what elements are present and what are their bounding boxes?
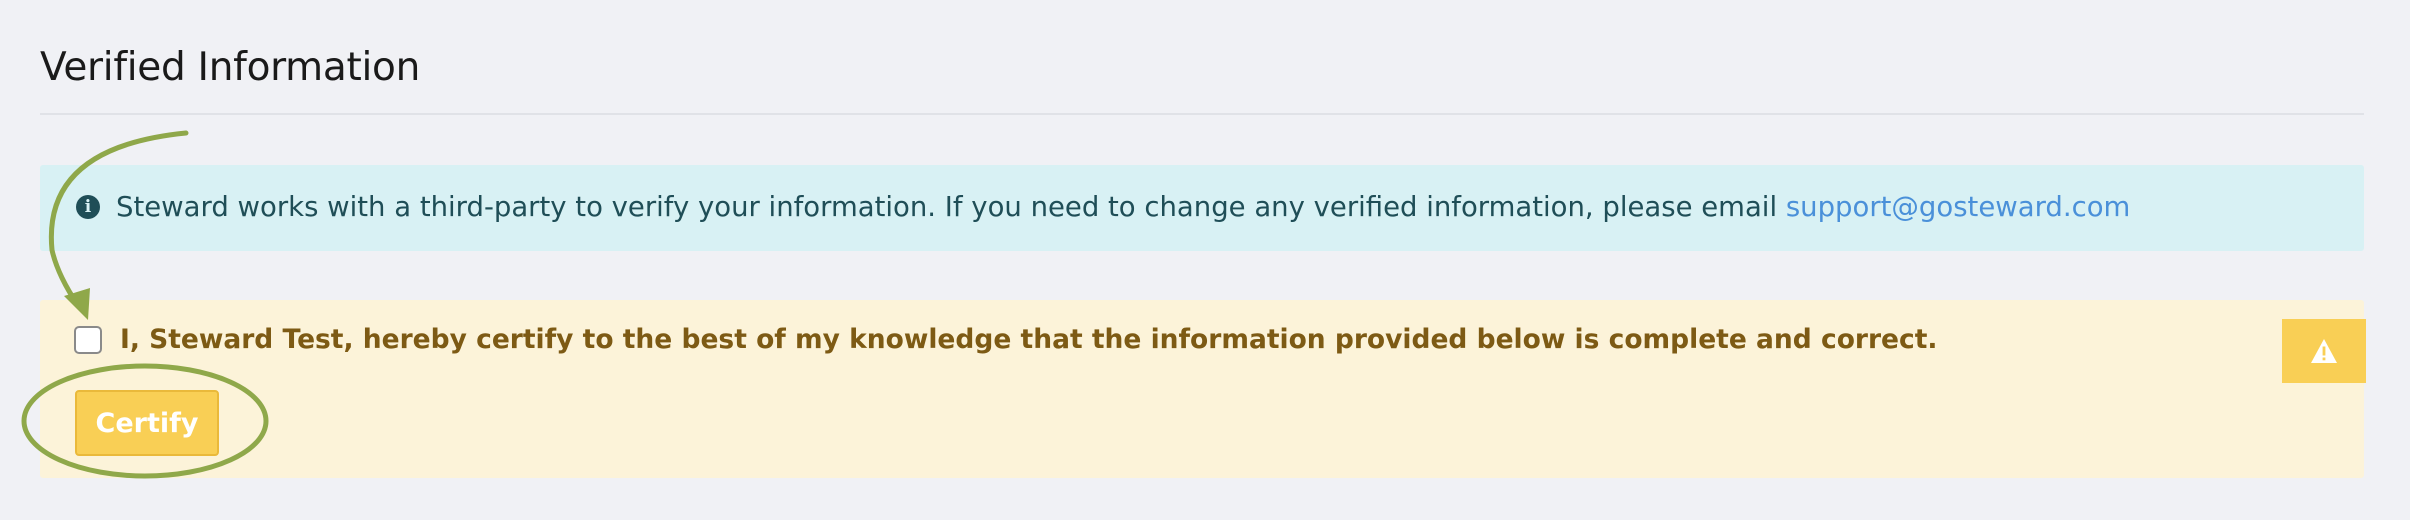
annotation-arrow (48, 130, 189, 308)
annotation-circle (21, 363, 269, 479)
annotation-overlay (21, 130, 269, 479)
